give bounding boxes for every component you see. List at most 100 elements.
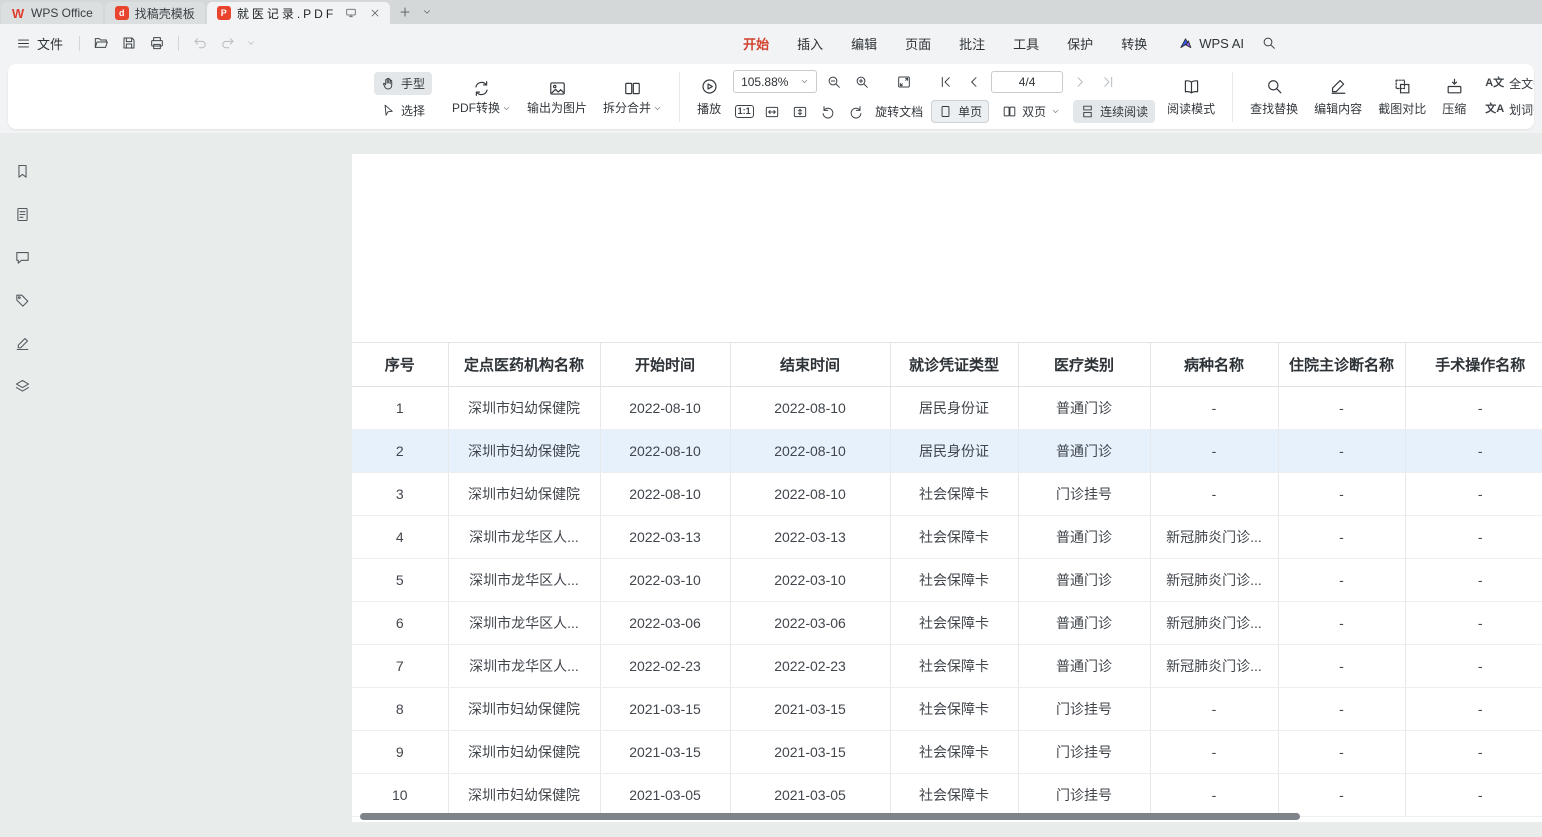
table-cell: 深圳市妇幼保健院 <box>448 473 600 516</box>
double-page-icon <box>1002 104 1017 119</box>
horizontal-scrollbar[interactable] <box>360 813 1300 820</box>
layers-panel-icon[interactable] <box>12 376 32 396</box>
rotate-left-button[interactable] <box>817 101 839 123</box>
zoom-select[interactable]: 105.88% <box>733 70 817 93</box>
open-file-button[interactable] <box>88 30 114 56</box>
search-icon[interactable] <box>1256 30 1282 56</box>
table-cell: 社会保障卡 <box>890 602 1018 645</box>
table-cell: - <box>1405 602 1542 645</box>
zoom-out-button[interactable] <box>823 71 845 93</box>
table-cell: 2022-02-23 <box>600 645 730 688</box>
table-cell: 新冠肺炎门诊... <box>1150 645 1278 688</box>
pdf-convert-button[interactable]: PDF转换 <box>452 79 511 114</box>
table-cell: 门诊挂号 <box>1018 731 1150 774</box>
hand-tool-button[interactable]: 手型 <box>374 72 432 95</box>
export-image-button[interactable]: 输出为图片 <box>527 79 587 114</box>
read-mode-label: 阅读模式 <box>1167 100 1215 117</box>
undo-history-chevron-icon[interactable] <box>243 30 259 56</box>
compress-icon <box>1445 77 1464 96</box>
ribbon-tab-insert[interactable]: 插入 <box>784 29 836 58</box>
table-cell: 9 <box>352 731 448 774</box>
screenshot-compare-icon <box>1393 77 1412 96</box>
continuous-read-button[interactable]: 连续阅读 <box>1073 100 1155 123</box>
compress-button[interactable]: 压缩 <box>1442 77 1466 117</box>
fit-page-button[interactable] <box>789 101 811 123</box>
table-cell: 深圳市龙华区人... <box>448 645 600 688</box>
redo-button[interactable] <box>215 30 241 56</box>
find-replace-button[interactable]: 查找替换 <box>1250 77 1298 117</box>
annotation-panel-icon[interactable] <box>12 333 32 353</box>
view-controls: 105.88% 4/4 1:1 旋转文档 <box>733 69 1155 124</box>
undo-button[interactable] <box>187 30 213 56</box>
page-number-input[interactable]: 4/4 <box>991 71 1063 93</box>
prev-page-button[interactable] <box>963 71 985 93</box>
select-tool-button[interactable]: 选择 <box>374 99 432 122</box>
zoom-in-button[interactable] <box>851 71 873 93</box>
new-tab-button[interactable] <box>396 3 414 21</box>
ribbon-tab-protect[interactable]: 保护 <box>1054 29 1106 58</box>
table-cell: 门诊挂号 <box>1018 774 1150 817</box>
ribbon-tab-home[interactable]: 开始 <box>730 29 782 58</box>
find-replace-label: 查找替换 <box>1250 100 1298 117</box>
table-cell: - <box>1278 774 1405 817</box>
edit-content-button[interactable]: 编辑内容 <box>1314 77 1362 117</box>
bookmark-panel-icon[interactable] <box>12 161 32 181</box>
table-row: 2深圳市妇幼保健院2022-08-102022-08-10居民身份证普通门诊--… <box>352 430 1542 473</box>
print-button[interactable] <box>144 30 170 56</box>
zoom-value: 105.88% <box>741 75 788 89</box>
comment-panel-icon[interactable] <box>12 247 32 267</box>
table-cell: 居民身份证 <box>890 430 1018 473</box>
tab-document-pdf[interactable]: P 就医记录.PDF <box>207 2 390 24</box>
ribbon-tab-comment[interactable]: 批注 <box>946 29 998 58</box>
file-menu-button[interactable]: 文件 <box>8 30 71 57</box>
save-button[interactable] <box>116 30 142 56</box>
thumbnail-panel-icon[interactable] <box>12 204 32 224</box>
screenshot-compare-button[interactable]: 截图对比 <box>1378 77 1426 117</box>
ribbon-tab-tools[interactable]: 工具 <box>1000 29 1052 58</box>
table-cell: 6 <box>352 602 448 645</box>
hamburger-icon <box>16 36 31 51</box>
table-row: 6深圳市龙华区人...2022-03-062022-03-06社会保障卡普通门诊… <box>352 602 1542 645</box>
single-page-button[interactable]: 单页 <box>931 100 989 123</box>
tab-docer-template[interactable]: d 找稿壳模板 <box>105 2 205 24</box>
ribbon-tab-edit[interactable]: 编辑 <box>838 29 890 58</box>
ribbon-tab-convert[interactable]: 转换 <box>1108 29 1160 58</box>
attachment-panel-icon[interactable] <box>12 290 32 310</box>
play-button[interactable]: 播放 <box>697 77 721 117</box>
full-translate-button[interactable]: A文 全文翻译 <box>1478 72 1534 95</box>
table-row: 1深圳市妇幼保健院2022-08-102022-08-10居民身份证普通门诊--… <box>352 387 1542 430</box>
next-page-button[interactable] <box>1069 71 1091 93</box>
actual-size-button[interactable]: 1:1 <box>733 101 755 123</box>
table-cell: 2022-03-13 <box>600 516 730 559</box>
translate-icon: A文 <box>1485 78 1504 89</box>
table-cell: 2022-03-13 <box>730 516 890 559</box>
fit-window-button[interactable] <box>893 71 915 93</box>
tab-label: 找稿壳模板 <box>135 5 195 22</box>
tab-wps-office[interactable]: W WPS Office <box>1 2 103 24</box>
table-cell: 普通门诊 <box>1018 387 1150 430</box>
table-cell: 5 <box>352 559 448 602</box>
rotate-doc-button[interactable]: 旋转文档 <box>875 103 923 120</box>
ribbon-tab-pages[interactable]: 页面 <box>892 29 944 58</box>
divider <box>1232 72 1233 122</box>
tab-list-chevron-icon[interactable] <box>418 3 436 21</box>
word-translate-button[interactable]: 文A 划词翻译 <box>1478 98 1534 121</box>
next-page-icon <box>1072 74 1088 90</box>
close-tab-icon[interactable] <box>366 4 384 22</box>
fit-width-button[interactable] <box>761 101 783 123</box>
table-cell: 社会保障卡 <box>890 774 1018 817</box>
rotate-right-button[interactable] <box>845 101 867 123</box>
table-row: 7深圳市龙华区人...2022-02-232022-02-23社会保障卡普通门诊… <box>352 645 1542 688</box>
table-cell: 2022-08-10 <box>600 430 730 473</box>
split-merge-button[interactable]: 拆分合并 <box>603 79 662 114</box>
share-screen-icon[interactable] <box>342 4 360 22</box>
read-mode-button[interactable]: 阅读模式 <box>1167 77 1215 117</box>
double-page-button[interactable]: 双页 <box>995 100 1067 123</box>
table-cell: 新冠肺炎门诊... <box>1150 559 1278 602</box>
wps-ai-button[interactable]: WPS AI <box>1168 31 1254 56</box>
table-row: 3深圳市妇幼保健院2022-08-102022-08-10社会保障卡门诊挂号--… <box>352 473 1542 516</box>
last-page-button[interactable] <box>1097 71 1119 93</box>
first-page-button[interactable] <box>935 71 957 93</box>
table-cell: 普通门诊 <box>1018 559 1150 602</box>
table-cell: - <box>1405 559 1542 602</box>
